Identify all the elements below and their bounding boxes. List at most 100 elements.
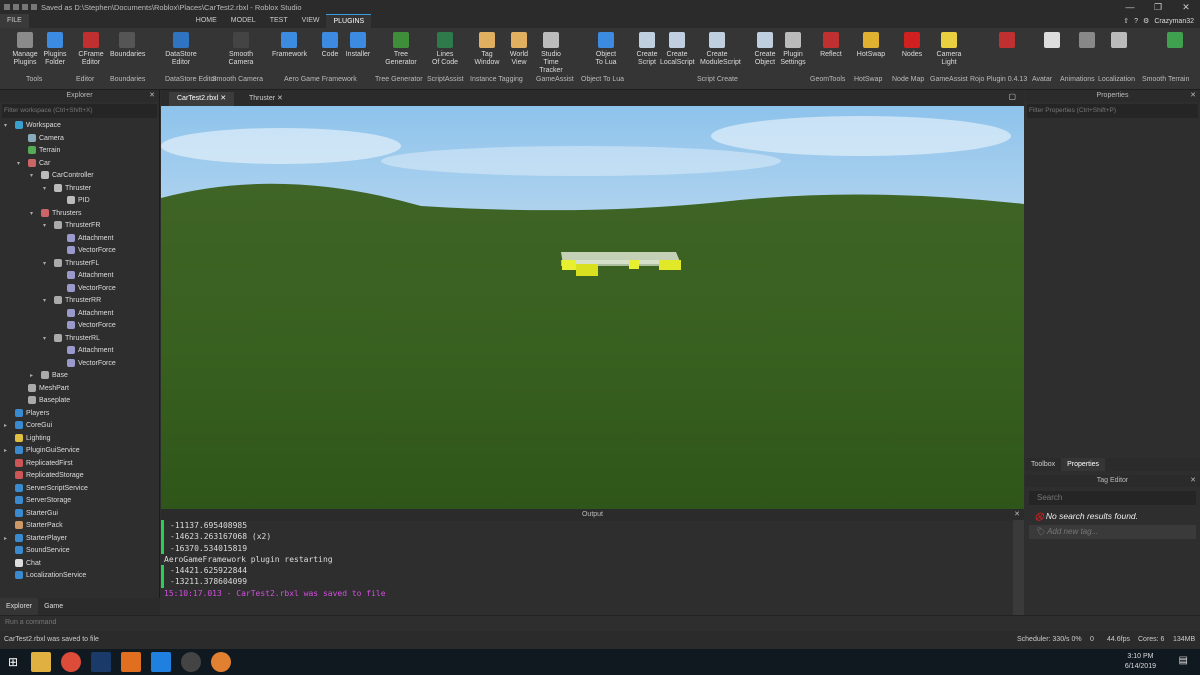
tab-game[interactable]: Game: [38, 598, 69, 615]
share-icon[interactable]: ⇧: [1123, 17, 1129, 25]
windows-start-icon[interactable]: ⊞: [8, 655, 18, 669]
blender-icon[interactable]: [211, 652, 232, 672]
ribbon-button-installer[interactable]: Installer: [341, 32, 375, 59]
tree-item[interactable]: ▾ ThrusterRR: [0, 295, 160, 308]
tree-item[interactable]: PID: [0, 195, 160, 208]
ribbon-button-camera-light[interactable]: Camera Light: [932, 32, 966, 67]
tab-cartest2[interactable]: CarTest2.rbxl ✕: [169, 92, 235, 106]
close-button[interactable]: ✕: [1172, 0, 1200, 14]
tree-item[interactable]: VectorForce: [0, 358, 160, 371]
help-icon[interactable]: ?: [1134, 18, 1138, 25]
menu-view[interactable]: VIEW: [295, 14, 327, 28]
ribbon-button-plugin-settings[interactable]: Plugin Settings: [776, 32, 810, 67]
tree-item[interactable]: ▸ StarterPlayer: [0, 533, 160, 546]
command-bar[interactable]: Run a command: [0, 615, 1200, 631]
close-icon[interactable]: ✕: [1190, 475, 1196, 487]
expand-arrow-icon[interactable]: ▾: [43, 258, 46, 271]
tree-item[interactable]: Players: [0, 408, 160, 421]
tree-item[interactable]: LocalizationService: [0, 570, 160, 583]
ribbon-button-world-view[interactable]: World View: [502, 32, 536, 67]
expand-arrow-icon[interactable]: ▾: [30, 170, 33, 183]
roblox-studio-icon[interactable]: [151, 652, 172, 672]
close-icon[interactable]: ✕: [220, 95, 226, 102]
tree-item[interactable]: MeshPart: [0, 383, 160, 396]
ribbon-button-datastore-editor[interactable]: DataStore Editor: [164, 32, 198, 67]
ribbon-button-lines-ofcode[interactable]: Lines Of Code: [428, 32, 462, 67]
tree-item[interactable]: ServerScriptService: [0, 483, 160, 496]
tree-item[interactable]: SoundService: [0, 545, 160, 558]
tree-item[interactable]: ▾ Thruster: [0, 183, 160, 196]
tree-item[interactable]: ▸ PluginGuiService: [0, 445, 160, 458]
maximize-button[interactable]: ❐: [1144, 0, 1172, 14]
tree-item[interactable]: VectorForce: [0, 245, 160, 258]
ribbon-button-create-localscript[interactable]: Create LocalScript: [660, 32, 695, 67]
tree-item[interactable]: VectorForce: [0, 320, 160, 333]
tree-item[interactable]: Baseplate: [0, 395, 160, 408]
ribbon-button-plugin-25[interactable]: [1035, 32, 1069, 51]
menu-model[interactable]: MODEL: [224, 14, 263, 28]
tab-explorer[interactable]: Explorer: [0, 598, 39, 615]
menu-home[interactable]: HOME: [189, 14, 224, 28]
ribbon-button-object-tolua[interactable]: Object To Lua: [589, 32, 623, 67]
menu-file[interactable]: FILE: [0, 14, 29, 28]
photoshop-icon[interactable]: [91, 652, 112, 672]
ribbon-button-create-script[interactable]: Create Script: [630, 32, 664, 67]
ribbon-button-framework[interactable]: Framework: [272, 32, 307, 59]
tree-item[interactable]: ▾ CarController: [0, 170, 160, 183]
tree-item[interactable]: Attachment: [0, 233, 160, 246]
ribbon-button-plugin-27[interactable]: [1102, 32, 1136, 51]
properties-filter-input[interactable]: Filter Properties (Ctrl+Shift+P): [1027, 104, 1198, 118]
sublime-icon[interactable]: [121, 652, 142, 672]
close-icon[interactable]: ✕: [149, 90, 155, 102]
tree-item[interactable]: Attachment: [0, 308, 160, 321]
settings-icon[interactable]: ⚙: [1143, 17, 1149, 25]
menu-test[interactable]: TEST: [263, 14, 295, 28]
close-icon[interactable]: ✕: [1190, 90, 1196, 102]
expand-arrow-icon[interactable]: ▸: [4, 533, 7, 546]
tree-item[interactable]: ▾ Workspace: [0, 120, 160, 133]
ribbon-button-tree-generator[interactable]: Tree Generator: [384, 32, 418, 67]
ribbon-button-plugin-28[interactable]: [1158, 32, 1192, 51]
notifications-icon[interactable]: ▤: [1179, 655, 1188, 666]
ribbon-button-create-modulescript[interactable]: Create ModuleScript: [700, 32, 741, 67]
tree-item[interactable]: ReplicatedStorage: [0, 470, 160, 483]
explorer-filter-input[interactable]: Filter workspace (Ctrl+Shift+X): [2, 104, 157, 118]
tree-item[interactable]: ▾ Car: [0, 158, 160, 171]
tree-item[interactable]: ServerStorage: [0, 495, 160, 508]
ribbon-button-tag-window[interactable]: Tag Window: [470, 32, 504, 67]
file-explorer-icon[interactable]: [31, 652, 52, 672]
tag-search-input[interactable]: Search: [1029, 491, 1196, 505]
chrome-icon[interactable]: [61, 652, 82, 672]
expand-arrow-icon[interactable]: ▾: [43, 295, 46, 308]
ribbon-button-plugin-26[interactable]: [1070, 32, 1104, 51]
tree-item[interactable]: ▾ ThrusterRL: [0, 333, 160, 346]
username[interactable]: Crazyman32: [1154, 18, 1194, 25]
ribbon-button-reflect[interactable]: Reflect: [814, 32, 848, 59]
ribbon-button-nodes[interactable]: Nodes: [895, 32, 929, 59]
ribbon-button-manage-plugins[interactable]: Manage Plugins: [8, 32, 42, 67]
expand-arrow-icon[interactable]: ▾: [43, 333, 46, 346]
ribbon-button-boundaries[interactable]: Boundaries: [110, 32, 145, 59]
tree-item[interactable]: StarterPack: [0, 520, 160, 533]
tree-item[interactable]: Terrain: [0, 145, 160, 158]
tree-item[interactable]: ▾ ThrusterFL: [0, 258, 160, 271]
ribbon-button-smooth-camera[interactable]: Smooth Camera: [224, 32, 258, 67]
tree-item[interactable]: ReplicatedFirst: [0, 458, 160, 471]
ribbon-button-hotswap[interactable]: HotSwap: [854, 32, 888, 59]
tree-item[interactable]: ▸ CoreGui: [0, 420, 160, 433]
tree-item[interactable]: Camera: [0, 133, 160, 146]
tree-item[interactable]: VectorForce: [0, 283, 160, 296]
output-scrollbar[interactable]: [1013, 520, 1024, 615]
close-icon[interactable]: ✕: [277, 95, 283, 102]
obs-icon[interactable]: [181, 652, 202, 672]
tree-item[interactable]: ▾ Thrusters: [0, 208, 160, 221]
tree-item[interactable]: Attachment: [0, 345, 160, 358]
expand-arrow-icon[interactable]: ▾: [43, 183, 46, 196]
tree-item[interactable]: Chat: [0, 558, 160, 571]
tree-item[interactable]: StarterGui: [0, 508, 160, 521]
expand-arrow-icon[interactable]: ▾: [30, 208, 33, 221]
tab-thruster[interactable]: Thruster ✕: [241, 92, 291, 106]
expand-arrow-icon[interactable]: ▸: [4, 420, 7, 433]
add-tag-input[interactable]: 🏷 Add new tag...: [1029, 525, 1196, 539]
minimize-button[interactable]: —: [1116, 0, 1144, 14]
